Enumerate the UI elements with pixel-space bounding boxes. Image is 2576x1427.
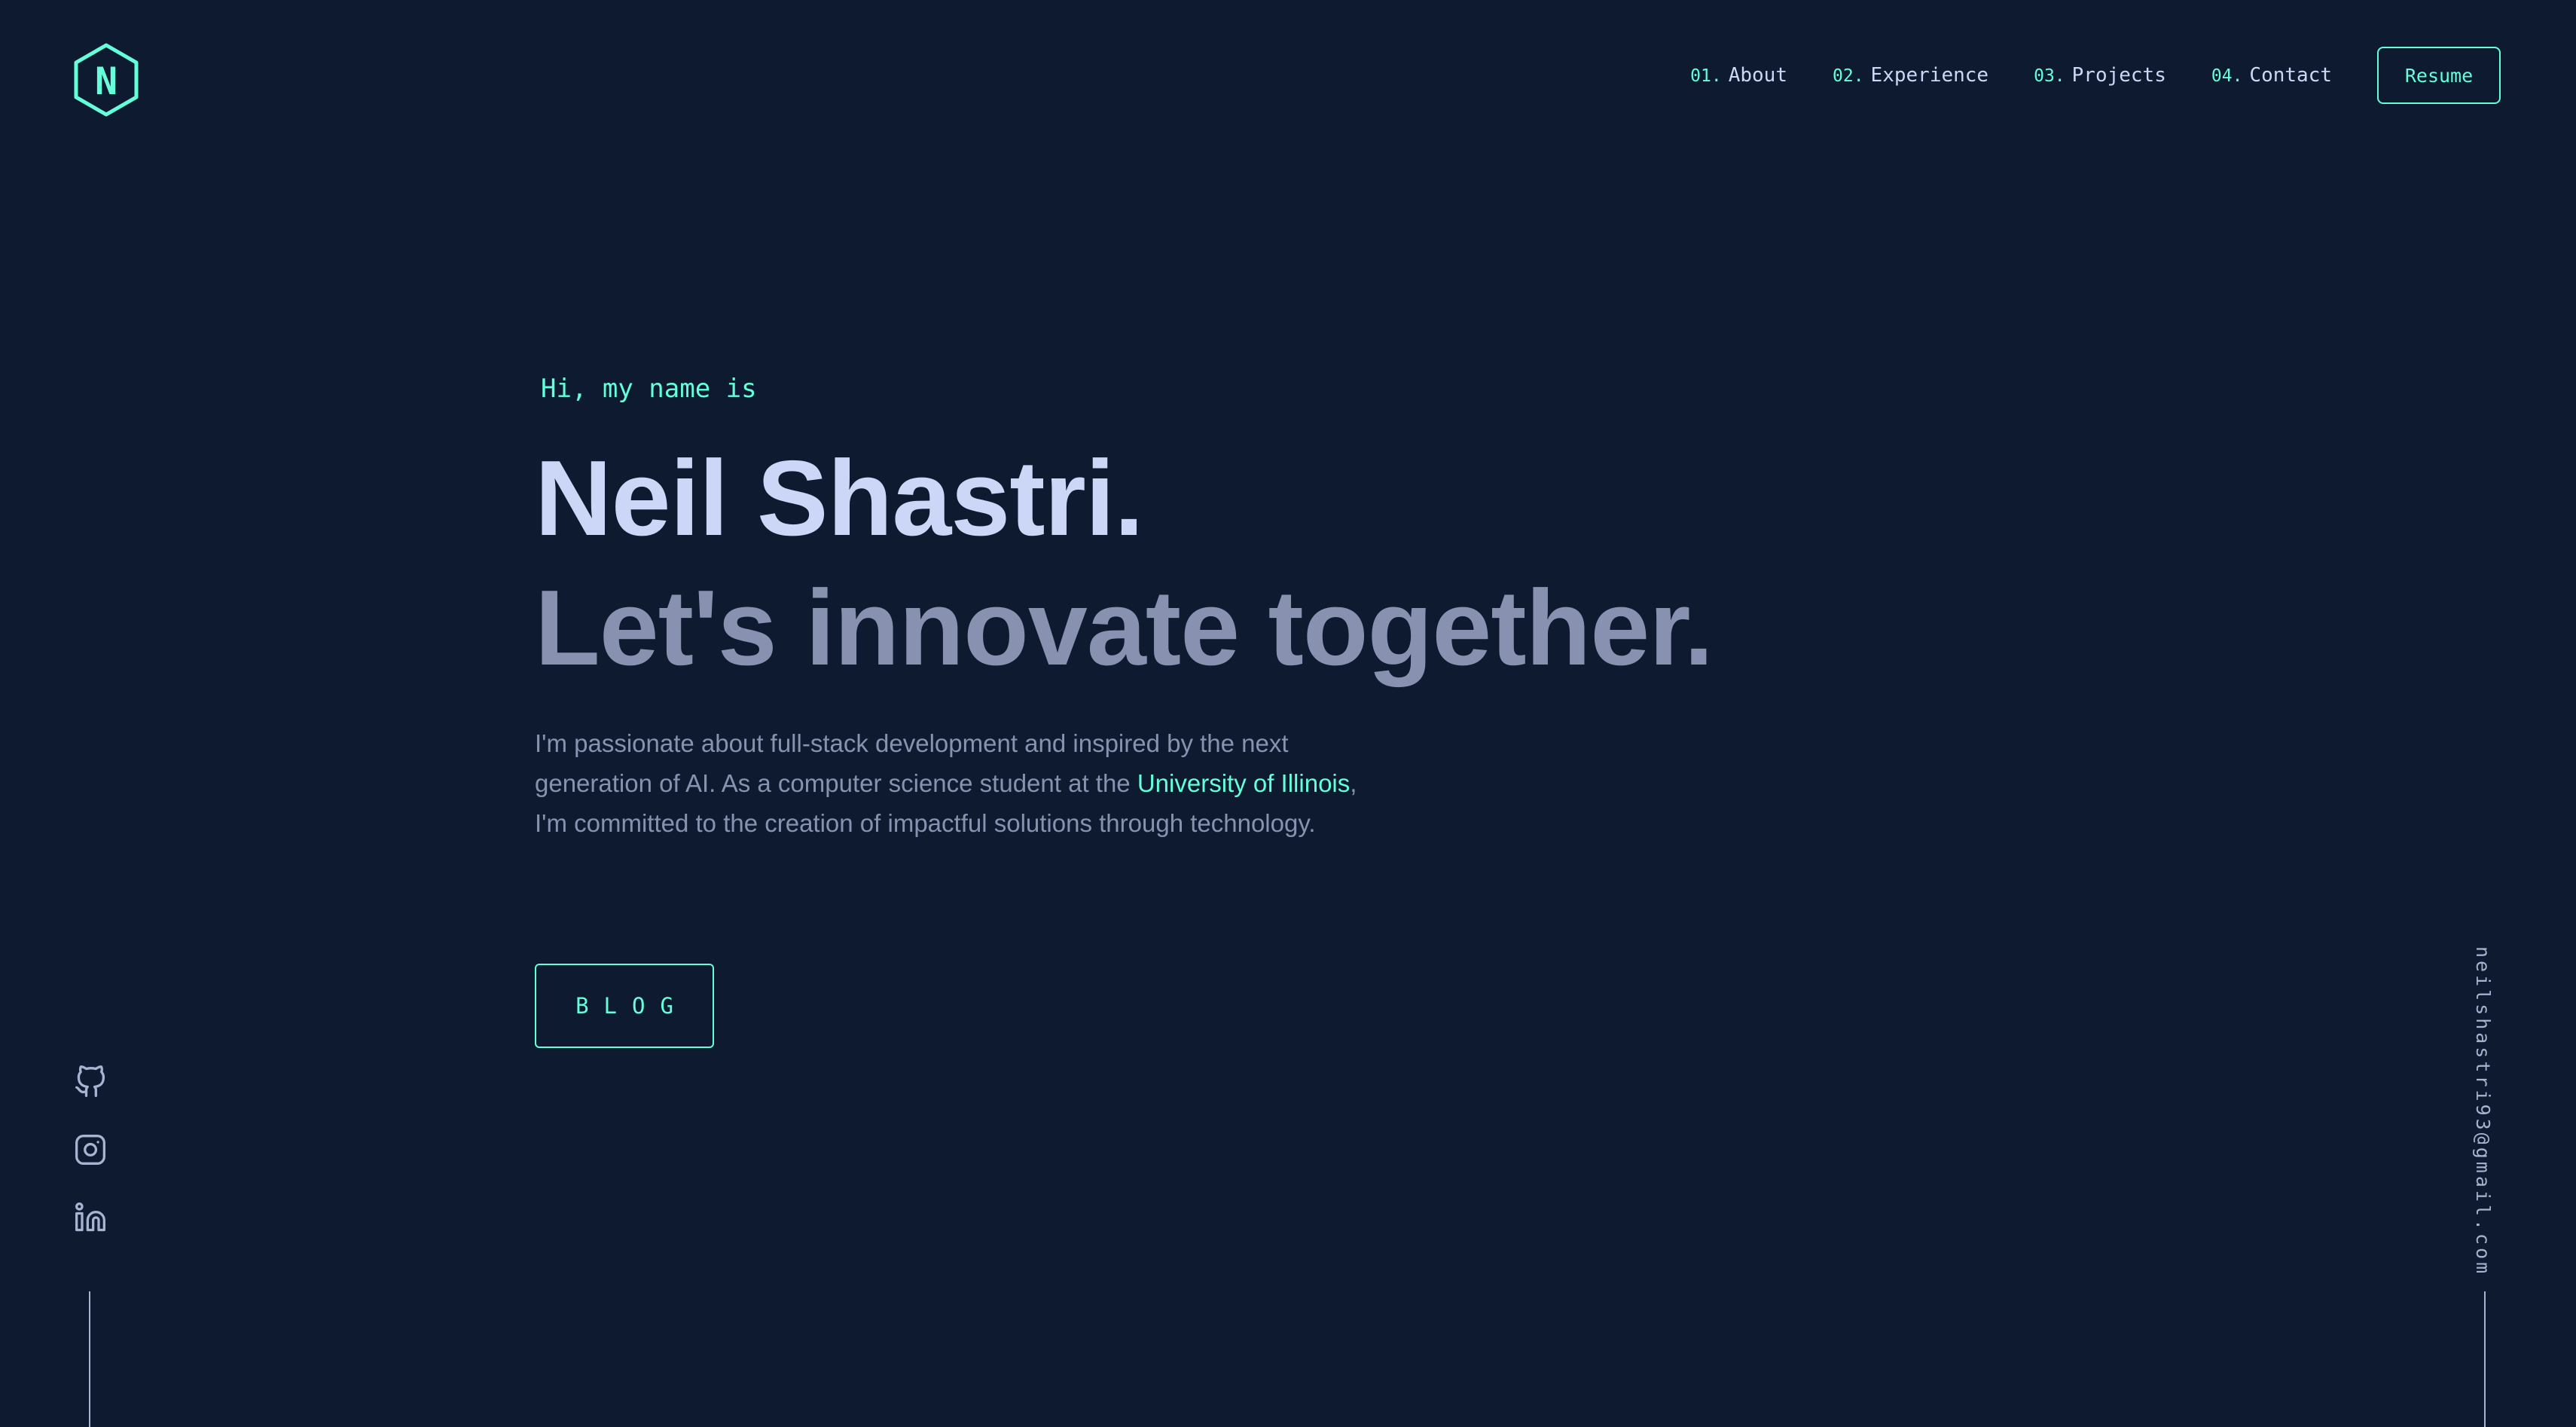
logo-letter: N [95, 60, 118, 103]
email-link[interactable]: neilshastri93@gmail.com [2472, 946, 2494, 1276]
linkedin-link[interactable] [74, 1201, 107, 1234]
resume-button[interactable]: Resume [2377, 47, 2501, 104]
nav-number: 02. [1833, 66, 1864, 86]
hero-greeting: Hi, my name is [541, 374, 757, 404]
left-divider-line [89, 1291, 90, 1427]
instagram-link[interactable] [74, 1133, 107, 1166]
instagram-icon [75, 1135, 105, 1165]
nav-item-experience[interactable]: 02. Experience [1833, 64, 1988, 87]
linkedin-icon [75, 1202, 105, 1232]
hero-description: I'm passionate about full-stack developm… [535, 723, 1371, 843]
nav-number: 03. [2034, 66, 2065, 86]
github-link[interactable] [74, 1065, 107, 1099]
nav-label: Contact [2249, 64, 2332, 87]
nav-item-about[interactable]: 01. About [1690, 64, 1787, 87]
nav-item-projects[interactable]: 03. Projects [2034, 64, 2166, 87]
university-link[interactable]: University of Illinois [1137, 769, 1350, 797]
nav-label: Experience [1870, 64, 1989, 87]
hero-name: Neil Shastri. [535, 438, 1144, 558]
nav-number: 01. [1690, 66, 1722, 86]
main-nav: 01. About 02. Experience 03. Projects 04… [1690, 45, 2501, 105]
blog-button[interactable]: BLOG [535, 964, 714, 1048]
nav-number: 04. [2211, 66, 2243, 86]
hero-tagline: Let's innovate together. [535, 568, 1714, 688]
nav-item-contact[interactable]: 04. Contact [2211, 64, 2332, 87]
social-links [72, 1065, 109, 1234]
logo[interactable]: N [72, 42, 140, 118]
github-icon [75, 1065, 105, 1097]
nav-label: About [1728, 64, 1787, 87]
nav-label: Projects [2071, 64, 2166, 87]
right-divider-line [2484, 1291, 2486, 1427]
logo-hexagon-icon: N [74, 43, 139, 117]
